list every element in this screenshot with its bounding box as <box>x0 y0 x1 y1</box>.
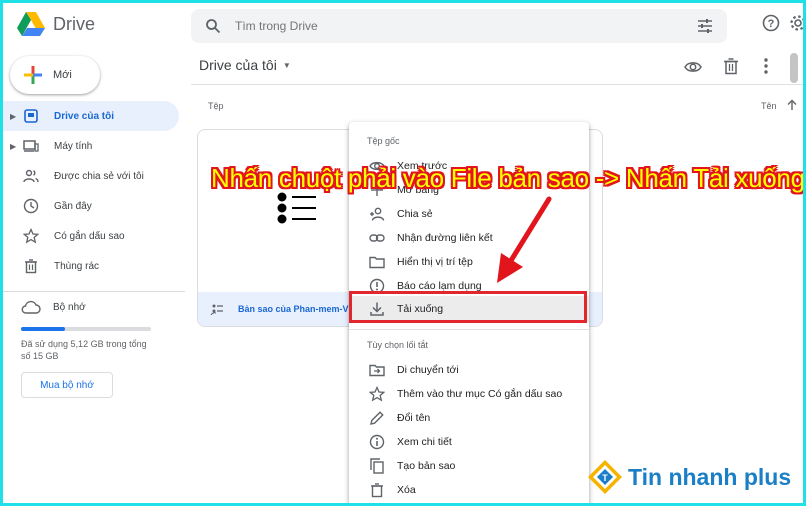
search-options-icon[interactable] <box>697 18 713 34</box>
watermark-logo: T Tin nhanh plus <box>586 458 791 496</box>
star-outline-icon <box>369 386 385 402</box>
download-highlight-box <box>349 291 587 323</box>
sidebar-item-starred[interactable]: Có gắn dấu sao <box>3 221 185 251</box>
file-preview-list-icon <box>277 192 316 224</box>
trash-icon[interactable] <box>723 57 739 75</box>
page-title[interactable]: Drive của tôi ▼ <box>199 57 291 73</box>
menu-item-delete[interactable]: Xóa <box>349 478 589 502</box>
svg-text:T: T <box>602 473 608 483</box>
sidebar-item-computers[interactable]: ▶ Máy tính <box>3 131 185 161</box>
menu-item-label: Tạo bản sao <box>397 460 456 472</box>
sidebar-item-my-drive[interactable]: ▶ Drive của tôi <box>3 101 179 131</box>
new-button-label: Mới <box>53 69 72 81</box>
search-icon[interactable] <box>205 18 221 34</box>
file-name: Bản sao của Phan-mem-V <box>238 304 349 314</box>
menu-divider <box>349 329 589 330</box>
menu-item-label: Hiển thị vị trí tệp <box>397 256 473 268</box>
sidebar-item-label: Máy tính <box>54 140 93 152</box>
watermark-text: Tin nhanh plus <box>628 463 792 490</box>
info-icon <box>369 434 385 450</box>
sidebar-item-label: Drive của tôi <box>54 110 115 122</box>
context-section-shortcut: Tùy chọn lối tắt <box>367 340 429 350</box>
storage-row[interactable]: Bộ nhớ <box>21 299 181 315</box>
copy-icon <box>370 458 384 474</box>
cloud-icon <box>21 300 41 314</box>
eye-icon[interactable] <box>684 58 702 76</box>
move-icon <box>369 364 385 377</box>
sidebar-divider <box>3 291 185 292</box>
storage-usage-text: Đã sử dụng 5,12 GB trong tổng số 15 GB <box>21 339 147 361</box>
shortcut-file-icon <box>210 304 223 316</box>
menu-item-rename[interactable]: Đổi tên <box>349 406 589 430</box>
files-section-label: Tệp <box>208 101 224 111</box>
menu-item-label: Di chuyển tới <box>397 364 459 376</box>
gear-icon[interactable] <box>789 14 803 32</box>
help-icon[interactable]: ? <box>762 14 780 32</box>
tin-nhanh-plus-logo-icon: T <box>588 460 622 494</box>
menu-item-details[interactable]: Xem chi tiết <box>349 430 589 454</box>
sort-label[interactable]: Tên <box>761 101 777 111</box>
storage-bar <box>21 327 151 331</box>
clock-icon <box>23 198 39 214</box>
star-icon <box>23 228 39 244</box>
trash-icon <box>371 483 383 498</box>
menu-item-add-to-starred[interactable]: Thêm vào thư mục Có gắn dấu sao <box>349 382 589 406</box>
storage-label: Bộ nhớ <box>53 301 86 313</box>
sidebar-item-trash[interactable]: Thùng rác <box>3 251 185 281</box>
sidebar-item-label: Có gắn dấu sao <box>54 230 125 242</box>
menu-item-make-copy[interactable]: Tạo bản sao <box>349 454 589 478</box>
sidebar-item-label: Thùng rác <box>54 260 100 272</box>
more-vertical-icon[interactable] <box>759 57 773 75</box>
red-pointer-arrow-icon <box>497 196 552 283</box>
people-icon <box>23 169 39 183</box>
sidebar-item-shared[interactable]: Được chia sẻ với tôi <box>3 161 185 191</box>
drive-window: Drive ? Mới <box>3 3 803 503</box>
chevron-down-icon: ▼ <box>282 60 291 70</box>
context-section-original: Tệp gốc <box>367 136 400 146</box>
main-divider <box>191 84 803 85</box>
menu-item-label: Xem chi tiết <box>397 436 452 448</box>
drive-icon <box>24 109 38 123</box>
buy-storage-button[interactable]: Mua bộ nhớ <box>21 372 113 398</box>
link-icon <box>369 234 385 242</box>
app-name: Drive <box>53 13 96 34</box>
scrollbar[interactable] <box>790 53 798 83</box>
arrow-up-icon[interactable] <box>786 99 798 111</box>
expand-arrow-icon[interactable]: ▶ <box>10 142 16 151</box>
computer-icon <box>23 140 39 152</box>
page-title-text: Drive của tôi <box>199 57 277 73</box>
storage-section: Bộ nhớ Đã sử dụng 5,12 GB trong tổng số … <box>21 299 181 398</box>
sidebar-item-recent[interactable]: Gần đây <box>3 191 185 221</box>
menu-item-label: Thêm vào thư mục Có gắn dấu sao <box>397 388 563 400</box>
pencil-icon <box>370 411 384 425</box>
search-bar[interactable] <box>191 9 727 43</box>
sidebar-item-label: Gần đây <box>54 200 92 212</box>
menu-item-label: Nhận đường liên kết <box>397 232 493 244</box>
folder-icon <box>369 256 385 269</box>
expand-arrow-icon[interactable]: ▶ <box>10 112 16 121</box>
new-button[interactable]: Mới <box>10 56 100 94</box>
trash-icon <box>25 259 37 274</box>
sidebar-item-label: Được chia sẻ với tôi <box>54 170 144 182</box>
drive-logo[interactable]: Drive <box>17 12 95 36</box>
menu-item-label: Xóa <box>397 484 416 496</box>
sidebar-nav: ▶ Drive của tôi ▶ Máy tính Được chia sẻ … <box>3 101 185 281</box>
search-input[interactable] <box>235 19 675 33</box>
plus-icon <box>24 66 42 84</box>
storage-bar-fill <box>21 327 66 331</box>
drive-logo-icon <box>17 12 45 36</box>
menu-item-move-to[interactable]: Di chuyển tới <box>349 358 589 382</box>
menu-item-label: Chia sẻ <box>397 208 433 220</box>
tutorial-annotation: Nhấn chuột phải vào File bản sao -> Nhấn… <box>211 163 803 193</box>
menu-item-label: Đổi tên <box>397 412 431 424</box>
person-add-icon <box>370 207 385 221</box>
svg-text:?: ? <box>768 18 775 30</box>
